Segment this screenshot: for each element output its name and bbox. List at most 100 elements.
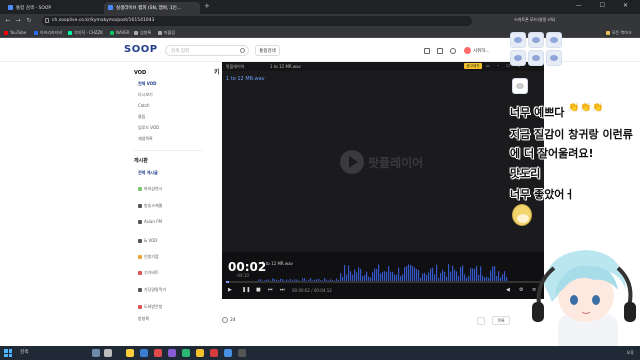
sticker-icon xyxy=(512,204,532,226)
bookmark-icon xyxy=(134,31,138,35)
divider xyxy=(134,150,202,151)
back-arrow-icon[interactable]: ← xyxy=(4,17,12,25)
player-watermark: 팟플레이어 xyxy=(340,150,450,174)
current-time: 00:02 xyxy=(228,260,267,274)
sidebar-item-catch[interactable]: Catch xyxy=(138,103,150,108)
sidebar-item-board[interactable]: 도와받은방 xyxy=(138,304,162,310)
message-icon[interactable] xyxy=(437,48,443,54)
like-icon[interactable] xyxy=(222,317,228,323)
windows-taskbar: 검색 오후 xyxy=(0,346,640,360)
taskbar-app-icon[interactable] xyxy=(104,349,112,357)
player-controls: 00:02 -04:10 1 to 12 MR.wav ▶ ❚❚ ■ ⏮ ⏭ 0… xyxy=(222,252,544,299)
sidebar-item-board[interactable]: 인방기점 xyxy=(138,254,159,260)
sidebar-item-board[interactable]: Asian FM xyxy=(138,219,162,224)
search-input[interactable]: 검색 입력 xyxy=(165,45,249,56)
play-logo-icon xyxy=(340,150,364,174)
bookmark-2[interactable]: 마블링 xyxy=(158,30,175,36)
share-icon[interactable] xyxy=(477,317,485,325)
new-tab-button[interactable]: + xyxy=(204,2,210,10)
next-icon[interactable]: ⏭ xyxy=(280,287,285,293)
sidebar-item-guestbook[interactable]: 방청록 xyxy=(138,316,149,322)
sidebar-item-upload-vod[interactable]: 업로드 VOD xyxy=(138,125,159,131)
emote-icon xyxy=(528,32,544,48)
soop-logo[interactable]: SOOP xyxy=(124,44,158,55)
board-icon xyxy=(138,305,142,309)
chat-message: 너무 좋았어ㅓ xyxy=(510,188,575,201)
sidebar-item-replay[interactable]: 다시보기 xyxy=(138,92,153,98)
bookmark-1[interactable]: 심청록 xyxy=(134,30,151,36)
forward-arrow-icon[interactable]: → xyxy=(14,17,22,25)
file-label: 1 to 12 MR.wav xyxy=(226,76,265,82)
remove-ads-button[interactable]: 광고제거 xyxy=(464,63,482,69)
player-app-name: 팟플레이어 xyxy=(226,64,245,69)
reload-icon[interactable]: ↻ xyxy=(25,17,33,25)
afreeca-icon xyxy=(34,31,38,35)
taskbar-app-icon[interactable] xyxy=(196,349,204,357)
chat-message: 지금 질감이 창귀랑 이런류 xyxy=(510,128,633,141)
tab-label: 통합 검색 - SOOP xyxy=(16,6,52,11)
audio-waveform xyxy=(258,264,508,282)
window-controls[interactable]: — ☐ ✕ xyxy=(576,2,636,9)
taskbar-search[interactable]: 검색 xyxy=(20,349,28,355)
notification-icon[interactable] xyxy=(450,48,456,54)
board-icon xyxy=(138,255,142,259)
sidebar-item-board[interactable]: & VOD xyxy=(138,238,157,243)
cat-emote-icon xyxy=(512,78,528,94)
emote-icon xyxy=(510,50,526,66)
time-readout: 00:00:02 / 00:04:12 xyxy=(292,288,332,293)
taskbar-app-icon[interactable] xyxy=(168,349,176,357)
taskbar-app-icon[interactable] xyxy=(182,349,190,357)
taskbar-app-icon[interactable] xyxy=(140,349,148,357)
video-player[interactable]: 팟플레이어 1 to 12 MR.wav 광고제거 ▭ – ☐ ✕ 1 to 1… xyxy=(222,62,544,299)
play-icon[interactable]: ▶ xyxy=(228,287,232,293)
sidebar-item-all-vod[interactable]: 전체 VOD xyxy=(138,81,157,87)
sidebar-item-board[interactable]: 마라샹연시 xyxy=(138,186,162,192)
taskbar-app-icon[interactable] xyxy=(92,349,100,357)
post-actions: 24 목록 xyxy=(222,314,544,328)
browser-tab-strip: 통합 검색 - SOOP 실생라이브 캠피 (SN, 엠바, 1인… + — ☐… xyxy=(0,0,640,14)
sidebar-item-all-posts[interactable]: 전체 게시글 xyxy=(138,170,158,176)
sidebar-item-board[interactable]: 방송스케줄 xyxy=(138,203,162,209)
profile-status[interactable]: 스마트폰 모드(설정 ⅹ%) xyxy=(514,17,555,23)
board-icon xyxy=(138,204,142,208)
tab-post[interactable]: 실생라이브 캠피 (SN, 엠바, 1인… xyxy=(104,2,200,14)
vod-heading: VOD xyxy=(134,70,147,76)
avatar[interactable] xyxy=(464,47,471,54)
tab-soop-search[interactable]: 통합 검색 - SOOP xyxy=(4,2,102,14)
chat-message: 너무 예쁘다 xyxy=(510,106,565,119)
player-filename: 1 to 12 MR.wav xyxy=(270,64,301,69)
address-bar[interactable]: ch.sooplive.co.kr/kymakyma/post/16154104… xyxy=(42,16,472,26)
post-title: 키 xyxy=(214,69,220,76)
chzzk-icon xyxy=(68,31,72,35)
pause-icon[interactable]: ❚❚ xyxy=(242,287,250,293)
bookmark-afreeca[interactable]: 아프리카티비 xyxy=(34,30,62,36)
bookmark-chzzk[interactable]: 치지직 - CHZZK xyxy=(68,30,103,36)
user-name[interactable]: 시쥐하... xyxy=(473,48,490,54)
file-explorer-icon[interactable] xyxy=(126,349,134,357)
windows-start-icon[interactable] xyxy=(4,349,12,357)
bookmark-youtube[interactable]: YouTube xyxy=(4,30,26,35)
channel-sidebar: VOD 전체 VOD 다시보기 Catch 클립 업로드 VOD 재생목록 게시… xyxy=(128,62,208,340)
progress-track[interactable] xyxy=(226,281,540,283)
track-name: 1 to 12 MR.wav xyxy=(262,261,293,266)
sidebar-item-board[interactable]: 가딩말말막기 xyxy=(138,287,166,293)
url-text: ch.sooplive.co.kr/kymakyma/post/16154104… xyxy=(52,18,155,23)
sidebar-item-clip[interactable]: 클립 xyxy=(138,114,145,120)
taskbar-app-icon[interactable] xyxy=(238,349,246,357)
chat-message: 에 더 잘어울려요! xyxy=(510,147,594,160)
prev-icon[interactable]: ⏮ xyxy=(268,287,273,293)
bookmark-naver[interactable]: NAVER xyxy=(110,30,130,35)
chat-message: 맛도리 xyxy=(510,167,541,180)
search-icon[interactable] xyxy=(240,48,245,53)
stop-icon[interactable]: ■ xyxy=(256,287,261,293)
taskbar-app-icon[interactable] xyxy=(210,349,218,357)
upload-icon[interactable] xyxy=(424,48,430,54)
lock-icon xyxy=(45,18,49,23)
taskbar-app-icon[interactable] xyxy=(224,349,232,357)
system-tray-clock[interactable]: 오후 xyxy=(627,350,634,356)
integrated-search-button[interactable]: 통합검색 xyxy=(255,45,280,56)
sidebar-item-board[interactable]: 기가비트 xyxy=(138,270,159,276)
sidebar-item-playlist[interactable]: 재생목록 xyxy=(138,136,153,142)
browser-toolbar: ← → ↻ ch.sooplive.co.kr/kymakyma/post/16… xyxy=(0,14,640,28)
taskbar-app-icon[interactable] xyxy=(154,349,162,357)
